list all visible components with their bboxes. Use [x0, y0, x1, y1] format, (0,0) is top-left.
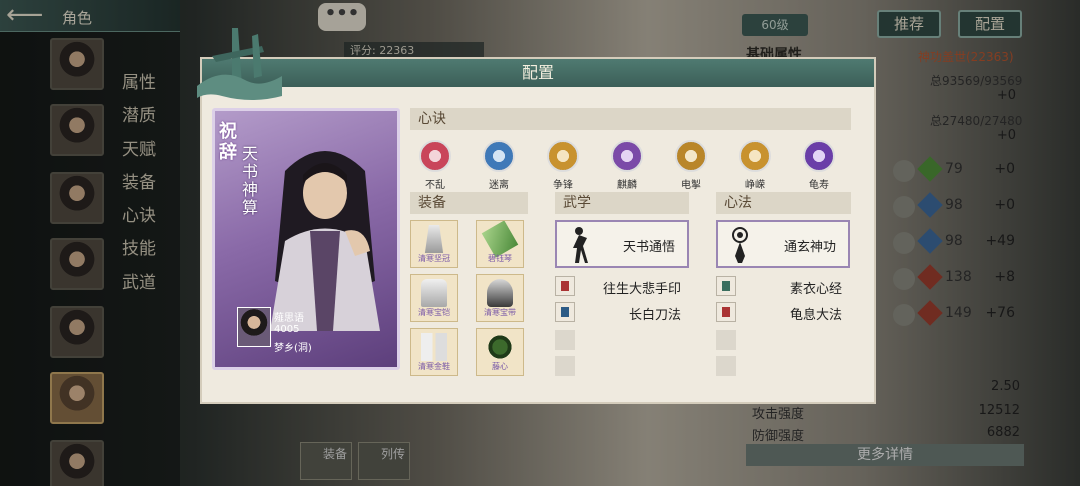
wuxue-sub-slot[interactable]: 长白刀法: [555, 302, 689, 323]
skill-label: 龟寿: [809, 180, 829, 191]
wuxue-sub-icon: [555, 302, 575, 322]
xinfa-sub-label: 龟息大法: [789, 308, 842, 323]
xinjue-skill[interactable]: 争锋: [541, 140, 585, 191]
skill-label: 不乱: [425, 180, 445, 191]
meditation-figure-icon: [732, 227, 748, 263]
wuxue-sub-icon: [555, 276, 575, 296]
equipment-section-header: 装备: [410, 192, 528, 214]
chaos-icon: [419, 140, 451, 172]
qilin-icon: [611, 140, 643, 172]
equipment-label: 碧钰琴: [488, 254, 512, 263]
xinfa-sub-label: 素衣心经: [789, 282, 842, 297]
equipment-label: 清寒金鞋: [418, 362, 450, 371]
equipment-label: 清寒坚冠: [418, 254, 450, 263]
skill-label: 麒麟: [617, 180, 637, 191]
skill-label: 迷离: [489, 180, 509, 191]
xinjue-skill[interactable]: 迷离: [477, 140, 521, 191]
lightning-icon: [675, 140, 707, 172]
wuxue-sub-slot[interactable]: 往生大悲手印: [555, 276, 689, 297]
martial-figure-icon: [573, 227, 588, 263]
player-name: 薤思语: [274, 313, 304, 324]
equipment-slot[interactable]: 清寒坚冠: [410, 220, 458, 268]
vortex-icon: [483, 140, 515, 172]
blade-icon: [547, 140, 579, 172]
compass-icon: [803, 140, 835, 172]
equipment-slot[interactable]: 清寒宝铠: [410, 274, 458, 322]
equipment-label: 清寒宝铠: [418, 308, 450, 317]
skill-label: 电掣: [681, 180, 701, 191]
character-illustration: [270, 151, 380, 331]
card-title-tag: 祝辞: [219, 121, 237, 163]
xinfa-sub-slot[interactable]: 素衣心经: [716, 276, 850, 297]
belt-icon: [487, 279, 513, 307]
xinjue-skill[interactable]: 麒麟: [605, 140, 649, 191]
empty-slot[interactable]: [716, 330, 736, 350]
player-avatar: [237, 307, 271, 347]
empty-slot[interactable]: [555, 356, 575, 376]
wuxue-sub-label: 往生大悲手印: [602, 282, 681, 297]
wuxue-section-header: 武学: [555, 192, 689, 214]
xinfa-sub-slot[interactable]: 龟息大法: [716, 302, 850, 323]
player-number: 4005: [274, 324, 300, 335]
armor-icon: [421, 279, 447, 307]
xinfa-sub-icon: [716, 302, 736, 322]
wuxue-main-slot[interactable]: 天书通悟: [555, 220, 689, 268]
player-server: 梦乡(洞): [274, 343, 312, 354]
xinfa-section-header: 心法: [716, 192, 851, 214]
crown-icon: [424, 225, 444, 253]
equipment-label: 藤心: [492, 362, 508, 371]
equipment-slot[interactable]: 碧钰琴: [476, 220, 524, 268]
xinfa-main-label: 通玄神功: [783, 240, 836, 255]
sword-ornament-icon: [197, 28, 282, 100]
equipment-slot[interactable]: 藤心: [476, 328, 524, 376]
herb-icon: [487, 333, 513, 361]
equipment-label: 清寒宝带: [484, 308, 516, 317]
wuxue-main-label: 天书通悟: [622, 240, 675, 255]
xinjue-skill[interactable]: 不乱: [413, 140, 457, 191]
xinjue-skill[interactable]: 峥嵘: [733, 140, 777, 191]
card-character-name: 天书神算: [242, 144, 259, 217]
boots-icon: [421, 333, 447, 361]
character-card[interactable]: 祝辞 天书神算 薤思语 4005 梦乡(洞): [212, 108, 400, 370]
xinfa-sub-icon: [716, 276, 736, 296]
xinjue-skill[interactable]: 龟寿: [797, 140, 841, 191]
xinjue-section-header: 心诀: [410, 108, 851, 130]
equipment-slot[interactable]: 清寒宝带: [476, 274, 524, 322]
dialog-title: 配置: [202, 59, 874, 87]
xinjue-skill[interactable]: 电掣: [669, 140, 713, 191]
wuxue-sub-label: 长白刀法: [628, 308, 681, 323]
skill-label: 峥嵘: [745, 180, 765, 191]
skill-label: 争锋: [553, 180, 573, 191]
equipment-slot[interactable]: 清寒金鞋: [410, 328, 458, 376]
flame-icon: [739, 140, 771, 172]
xinfa-main-slot[interactable]: 通玄神功: [716, 220, 850, 268]
empty-slot[interactable]: [716, 356, 736, 376]
empty-slot[interactable]: [555, 330, 575, 350]
